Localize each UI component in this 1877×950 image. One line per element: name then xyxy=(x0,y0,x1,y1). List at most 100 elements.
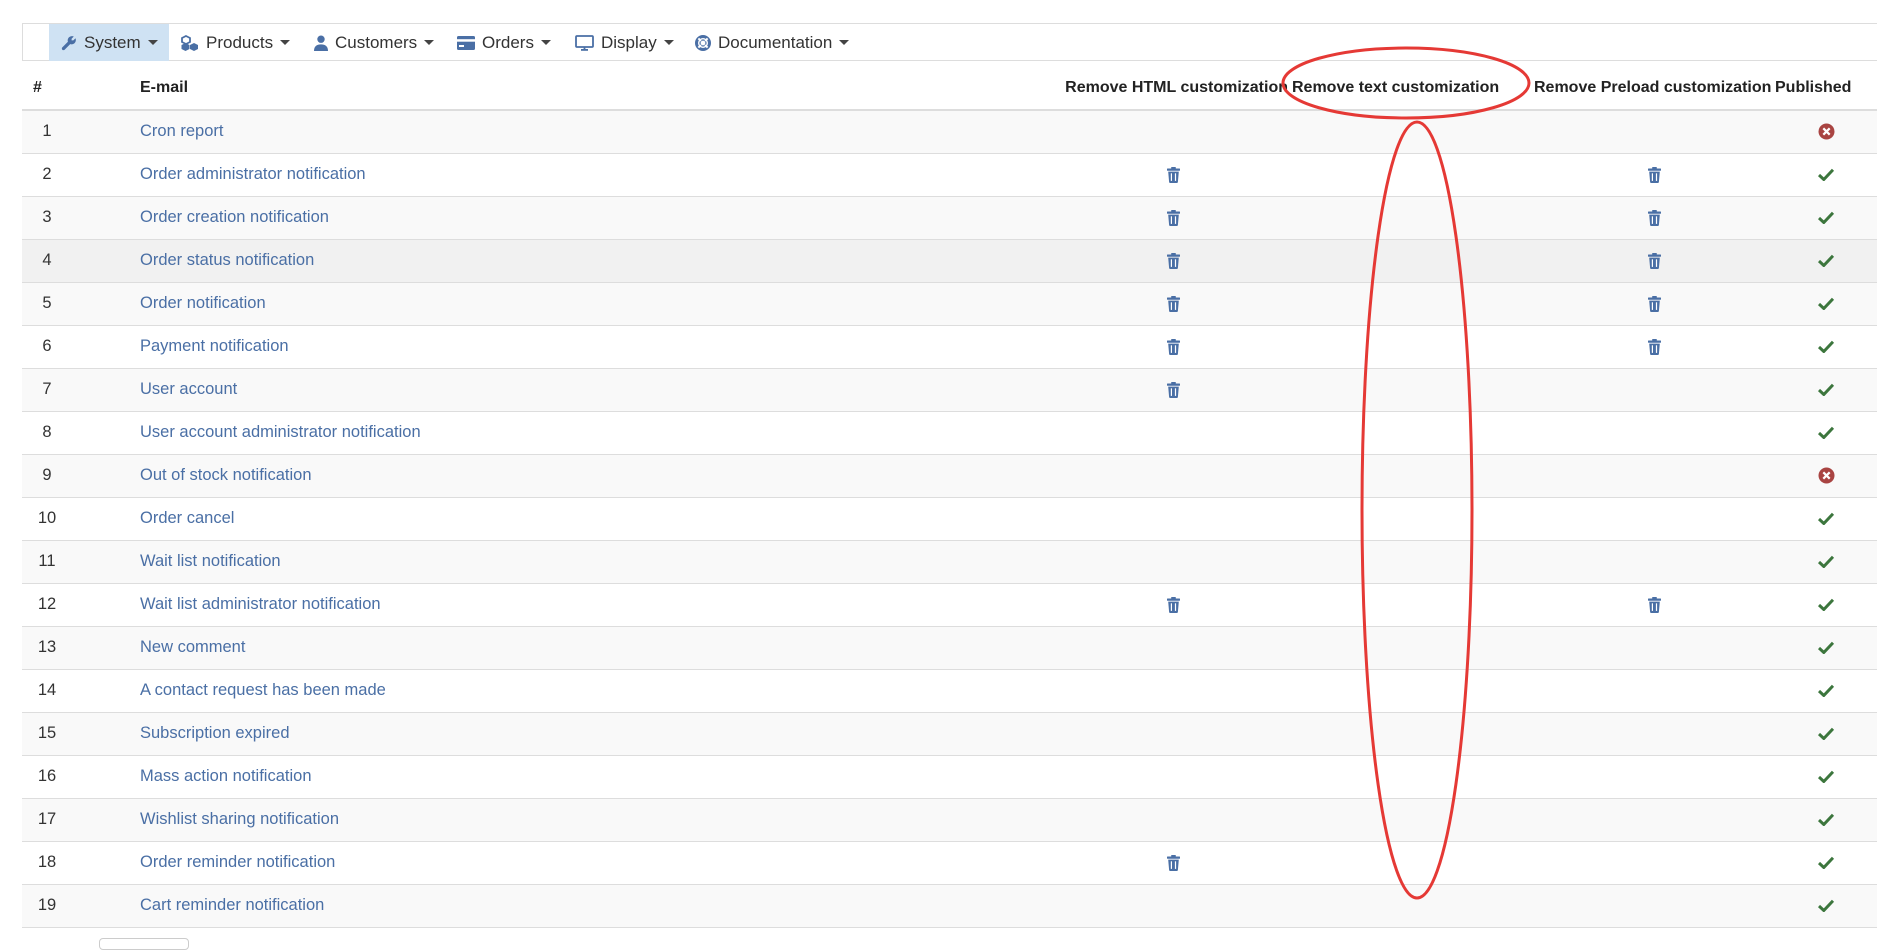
row-number: 1 xyxy=(22,110,72,154)
trash-icon[interactable] xyxy=(1167,251,1180,269)
check-icon[interactable] xyxy=(1818,423,1834,441)
check-icon[interactable] xyxy=(1818,380,1834,398)
email-link[interactable]: Cron report xyxy=(140,122,223,140)
check-icon[interactable] xyxy=(1818,896,1834,914)
check-icon[interactable] xyxy=(1818,337,1834,355)
check-icon[interactable] xyxy=(1818,724,1834,742)
remove-text-cell xyxy=(1292,411,1534,455)
email-link[interactable]: Payment notification xyxy=(140,337,289,355)
check-icon[interactable] xyxy=(1818,251,1834,269)
col-header-email[interactable]: E-mail xyxy=(72,67,1039,111)
email-name-cell: Subscription expired xyxy=(72,712,1039,756)
trash-icon xyxy=(1648,338,1661,355)
menu-system[interactable]: System xyxy=(49,24,169,61)
trash-icon[interactable] xyxy=(1167,380,1180,398)
trash-icon xyxy=(1648,295,1661,312)
trash-icon[interactable] xyxy=(1167,165,1180,183)
user-icon xyxy=(314,35,328,51)
email-name-cell: A contact request has been made xyxy=(72,669,1039,713)
remove-html-cell xyxy=(1039,626,1292,670)
email-link[interactable]: New comment xyxy=(140,638,245,656)
email-name-cell: Order administrator notification xyxy=(72,153,1039,197)
email-link[interactable]: Mass action notification xyxy=(140,767,312,785)
remove-html-cell xyxy=(1039,282,1292,326)
row-number: 12 xyxy=(22,583,72,627)
email-link[interactable]: Wait list notification xyxy=(140,552,281,570)
remove-preload-cell xyxy=(1534,325,1775,369)
trash-icon[interactable] xyxy=(1648,165,1661,183)
email-link[interactable]: User account xyxy=(140,380,237,398)
trash-icon[interactable] xyxy=(1167,208,1180,226)
check-icon[interactable] xyxy=(1818,294,1834,312)
email-link[interactable]: Order notification xyxy=(140,294,266,312)
col-header-num[interactable]: # xyxy=(22,67,72,111)
menu-system-label: System xyxy=(84,32,141,52)
email-link[interactable]: Wait list administrator notification xyxy=(140,595,381,613)
menu-orders[interactable]: Orders xyxy=(445,24,563,61)
table-row: 13 New comment xyxy=(22,626,1877,670)
check-icon[interactable] xyxy=(1818,165,1834,183)
remove-text-cell xyxy=(1292,454,1534,498)
published-cell xyxy=(1775,798,1877,842)
email-link[interactable]: Order status notification xyxy=(140,251,314,269)
trash-icon[interactable] xyxy=(1167,853,1180,871)
table-row: 11 Wait list notification xyxy=(22,540,1877,584)
trash-icon xyxy=(1167,166,1180,183)
menu-customers[interactable]: Customers xyxy=(302,24,445,61)
check-icon[interactable] xyxy=(1818,681,1834,699)
email-link[interactable]: User account administrator notification xyxy=(140,423,421,441)
trash-icon xyxy=(1648,596,1661,613)
trash-icon xyxy=(1167,381,1180,398)
email-link[interactable]: Subscription expired xyxy=(140,724,290,742)
remove-text-cell xyxy=(1292,196,1534,240)
check-icon[interactable] xyxy=(1818,810,1834,828)
trash-icon[interactable] xyxy=(1648,337,1661,355)
email-link[interactable]: Order administrator notification xyxy=(140,165,366,183)
table-header-row: # E-mail Remove HTML customization Remov… xyxy=(22,67,1877,111)
check-icon[interactable] xyxy=(1818,853,1834,871)
menu-display[interactable]: Display xyxy=(563,24,683,61)
email-link[interactable]: Out of stock notification xyxy=(140,466,312,484)
trash-icon[interactable] xyxy=(1167,337,1180,355)
published-cell xyxy=(1775,669,1877,713)
check-icon[interactable] xyxy=(1818,552,1834,570)
menu-products[interactable]: Products xyxy=(169,24,301,61)
wrench-icon xyxy=(61,35,77,51)
remove-html-cell xyxy=(1039,454,1292,498)
email-link[interactable]: Order creation notification xyxy=(140,208,329,226)
check-icon[interactable] xyxy=(1818,509,1834,527)
remove-preload-cell xyxy=(1534,282,1775,326)
email-link[interactable]: Order reminder notification xyxy=(140,853,335,871)
remove-text-cell xyxy=(1292,712,1534,756)
email-name-cell: User account administrator notification xyxy=(72,411,1039,455)
remove-text-cell xyxy=(1292,110,1534,154)
trash-icon[interactable] xyxy=(1648,294,1661,312)
trash-icon[interactable] xyxy=(1648,595,1661,613)
unpublished-icon[interactable] xyxy=(1818,122,1835,140)
published-cell xyxy=(1775,497,1877,541)
unpublished-icon[interactable] xyxy=(1818,466,1835,484)
pagination-select[interactable] xyxy=(99,938,189,950)
menu-customers-label: Customers xyxy=(335,32,418,52)
trash-icon[interactable] xyxy=(1167,595,1180,613)
email-link[interactable]: Wishlist sharing notification xyxy=(140,810,339,828)
monitor-icon xyxy=(575,34,594,51)
remove-html-cell xyxy=(1039,411,1292,455)
check-icon[interactable] xyxy=(1818,595,1834,613)
trash-icon[interactable] xyxy=(1167,294,1180,312)
menu-documentation[interactable]: Documentation xyxy=(683,24,873,61)
check-icon[interactable] xyxy=(1818,638,1834,656)
chevron-down-icon xyxy=(424,40,435,45)
published-cell xyxy=(1775,841,1877,885)
email-link[interactable]: A contact request has been made xyxy=(140,681,386,699)
email-link[interactable]: Cart reminder notification xyxy=(140,896,324,914)
trash-icon[interactable] xyxy=(1648,208,1661,226)
remove-preload-cell xyxy=(1534,755,1775,799)
check-icon[interactable] xyxy=(1818,767,1834,785)
remove-text-cell xyxy=(1292,282,1534,326)
email-link[interactable]: Order cancel xyxy=(140,509,234,527)
check-icon[interactable] xyxy=(1818,208,1834,226)
trash-icon[interactable] xyxy=(1648,251,1661,269)
remove-html-cell xyxy=(1039,583,1292,627)
col-header-published[interactable]: Published xyxy=(1775,67,1877,111)
